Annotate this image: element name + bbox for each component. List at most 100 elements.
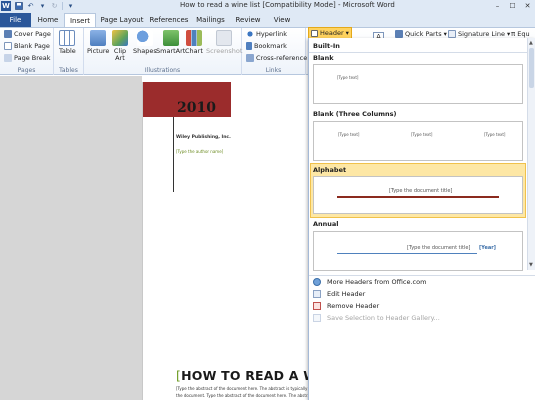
links-group: Hyperlink Bookmark Cross-reference Links: [242, 28, 307, 75]
signature-line-button[interactable]: Signature Line ▾: [448, 30, 510, 38]
cover-page-button[interactable]: Cover Page: [4, 30, 51, 38]
annual-year-placeholder: [Year]: [479, 245, 496, 251]
builtin-divider: [309, 52, 527, 53]
tab-review[interactable]: Review: [231, 13, 265, 27]
workspace-background: [0, 76, 142, 400]
menu-divider: [309, 275, 535, 276]
screenshot-label: Screenshot: [206, 47, 243, 55]
bookmark-icon: [246, 42, 252, 50]
tab-references[interactable]: References: [148, 13, 190, 27]
illustrations-group-label: Illustrations: [144, 67, 181, 74]
blank-three-columns-option[interactable]: [Type text] [Type text] [Type text]: [313, 121, 523, 161]
hyperlink-icon: [246, 30, 254, 38]
company-name[interactable]: Wiley Publishing, Inc.: [176, 135, 231, 140]
save-icon[interactable]: [14, 2, 23, 11]
signature-line-icon: [448, 30, 456, 38]
hyperlink-button[interactable]: Hyperlink: [246, 30, 287, 38]
scroll-thumb[interactable]: [529, 48, 534, 88]
tab-view[interactable]: View: [268, 13, 296, 27]
header-icon: [311, 29, 318, 37]
table-label: Table: [59, 47, 76, 55]
links-group-label: Links: [265, 67, 282, 74]
blank-page-label: Blank Page: [14, 42, 50, 50]
picture-button[interactable]: Picture: [87, 30, 109, 55]
word-app-icon[interactable]: W: [1, 1, 11, 11]
blank-three-placeholder-right: [Type text]: [484, 132, 506, 137]
cover-page-icon: [4, 30, 12, 38]
blank-three-placeholder-left: [Type text]: [338, 132, 360, 137]
tab-home[interactable]: Home: [33, 13, 63, 27]
blank-page-button[interactable]: Blank Page: [4, 42, 50, 50]
edit-header-menu-item[interactable]: Edit Header: [313, 290, 365, 298]
blank-three-columns-label: Blank (Three Columns): [313, 110, 397, 118]
page-break-label: Page Break: [14, 54, 51, 62]
tab-insert[interactable]: Insert: [64, 13, 96, 27]
shapes-button[interactable]: Shapes: [133, 30, 157, 55]
equation-button[interactable]: π Equ: [511, 30, 530, 38]
chart-button[interactable]: Chart: [185, 30, 203, 55]
redo-icon[interactable]: ↻: [50, 2, 59, 11]
alphabet-rule: [337, 196, 499, 198]
screenshot-button[interactable]: Screenshot: [206, 30, 242, 55]
more-headers-menu-item[interactable]: More Headers from Office.com: [313, 278, 426, 286]
bookmark-button[interactable]: Bookmark: [246, 42, 287, 50]
cross-reference-button[interactable]: Cross-reference: [246, 54, 307, 62]
builtin-section-label: Built-In: [313, 42, 340, 50]
pages-group-label: Pages: [17, 67, 36, 74]
qat-separator: [62, 2, 63, 10]
alphabet-header-label: Alphabet: [313, 166, 347, 174]
quick-parts-button[interactable]: Quick Parts ▾: [395, 30, 447, 38]
cover-year[interactable]: 2010: [177, 100, 216, 116]
office-globe-icon: [313, 278, 321, 286]
alphabet-header-option[interactable]: [Type the document title]: [313, 176, 523, 214]
blank-three-placeholder-center: [Type text]: [411, 132, 433, 137]
chart-label: Chart: [185, 47, 203, 55]
save-selection-menu-item[interactable]: Save Selection to Header Gallery...: [313, 314, 440, 322]
picture-icon: [90, 30, 107, 46]
quick-access-toolbar: W ↶ ▾ ↻ ▾: [1, 1, 75, 11]
equation-label: Equ: [517, 30, 530, 38]
equation-pi-icon: π: [511, 30, 516, 38]
scroll-up-arrow-icon[interactable]: ▲: [529, 40, 534, 46]
save-selection-label: Save Selection to Header Gallery...: [327, 314, 440, 322]
header-label: Header: [320, 29, 344, 37]
scroll-down-arrow-icon[interactable]: ▼: [529, 262, 534, 268]
shapes-icon: [136, 30, 153, 46]
blank-header-option[interactable]: [Type text]: [313, 64, 523, 104]
shapes-label: Shapes: [133, 47, 157, 55]
picture-label: Picture: [87, 47, 110, 55]
cover-vertical-rule: [173, 117, 174, 192]
table-button[interactable]: Table: [59, 30, 76, 55]
bookmark-label: Bookmark: [254, 42, 287, 50]
smartart-icon: [162, 30, 179, 46]
annual-rule: [337, 253, 477, 254]
annual-placeholder: [Type the document title]: [407, 245, 471, 251]
screenshot-icon: [216, 30, 233, 46]
cross-reference-label: Cross-reference: [256, 54, 308, 62]
tab-mailings[interactable]: Mailings: [193, 13, 228, 27]
clip-art-button[interactable]: Clip Art: [112, 30, 128, 62]
undo-icon[interactable]: ↶: [26, 2, 35, 11]
minimize-button[interactable]: –: [490, 0, 505, 11]
window-title: How to read a wine list [Compatibility M…: [180, 1, 395, 9]
smartart-button[interactable]: SmartArt: [156, 30, 185, 55]
signature-line-label: Signature Line: [458, 30, 505, 38]
ribbon-tabs: File Home Insert Page Layout References …: [0, 12, 535, 27]
remove-header-menu-item[interactable]: Remove Header: [313, 302, 379, 310]
author-placeholder[interactable]: [Type the author name]: [176, 149, 223, 154]
alphabet-placeholder: [Type the document title]: [389, 188, 453, 194]
customize-qat-icon[interactable]: ▾: [66, 2, 75, 11]
blank-header-label: Blank: [313, 54, 334, 62]
edit-header-label: Edit Header: [327, 290, 366, 298]
page-break-button[interactable]: Page Break: [4, 54, 51, 62]
quick-parts-icon: [395, 30, 403, 38]
annual-header-option[interactable]: [Type the document title] [Year]: [313, 231, 523, 271]
tab-page-layout[interactable]: Page Layout: [99, 13, 145, 27]
gallery-scrollbar[interactable]: ▲ ▼: [527, 38, 535, 270]
table-icon: [59, 30, 76, 46]
tab-file[interactable]: File: [0, 13, 31, 27]
close-button[interactable]: ✕: [520, 0, 535, 11]
undo-dropdown-icon[interactable]: ▾: [38, 2, 47, 11]
quick-parts-dropdown-icon: ▾: [443, 30, 447, 38]
maximize-button[interactable]: ☐: [505, 0, 520, 11]
